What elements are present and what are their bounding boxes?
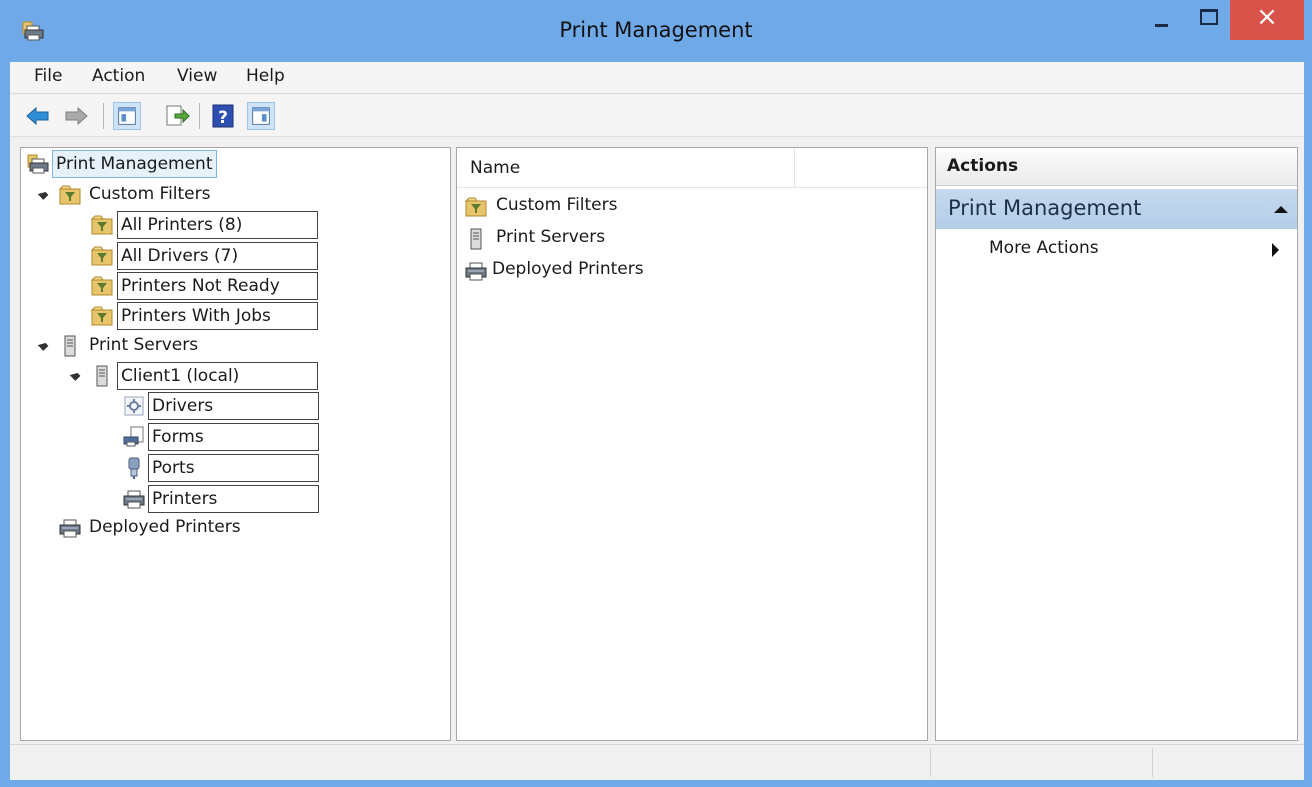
- tree-item-custom-filters[interactable]: Custom Filters: [27, 181, 277, 209]
- tree-item-print-management[interactable]: Print Management: [27, 150, 237, 178]
- expand-arrow-icon[interactable]: [37, 340, 49, 351]
- actions-header-label: Actions: [947, 156, 1019, 176]
- window-client-area: File Action View Help ? Print Management…: [10, 62, 1304, 780]
- filter-folder-icon: [465, 196, 487, 218]
- tree-item-label: Drivers: [148, 392, 319, 420]
- ports-icon: [123, 457, 145, 479]
- column-header-name[interactable]: Name: [470, 158, 520, 178]
- print-management-window: Print Management File Action View Help: [0, 0, 1312, 787]
- list-header: Name: [457, 148, 927, 188]
- menu-action[interactable]: Action: [92, 66, 145, 86]
- tree-item-drivers[interactable]: Drivers: [123, 392, 343, 420]
- more-actions-label: More Actions: [989, 238, 1099, 258]
- maximize-button[interactable]: [1186, 0, 1230, 40]
- window-title: Print Management: [559, 18, 753, 42]
- toolbar-separator: [103, 103, 104, 129]
- server-icon: [91, 365, 113, 387]
- tree-item-label: Printers Not Ready: [117, 272, 318, 300]
- tree-item-label: Ports: [148, 454, 319, 482]
- filter-folder-icon: [59, 184, 81, 206]
- forward-arrow-icon[interactable]: [62, 102, 90, 130]
- menu-help[interactable]: Help: [246, 66, 285, 86]
- tree-item-ports[interactable]: Ports: [123, 454, 343, 482]
- menu-action-label: Action: [92, 66, 146, 86]
- filter-folder-icon: [91, 245, 113, 267]
- tree-item-label: Printers: [148, 485, 319, 513]
- title-bar[interactable]: Print Management: [0, 0, 1312, 62]
- filter-folder-icon: [91, 275, 113, 297]
- tree-item-all-drivers[interactable]: All Drivers (7): [91, 242, 351, 270]
- status-bar: [10, 744, 1304, 780]
- menu-bar: File Action View Help: [10, 62, 1304, 94]
- close-button[interactable]: [1230, 0, 1304, 40]
- printer-icon: [59, 517, 81, 539]
- menu-file-label: File: [34, 66, 63, 86]
- actions-pane: Actions Print Management More Actions: [935, 147, 1298, 741]
- printer-icon: [465, 260, 487, 282]
- list-item[interactable]: Deployed Printers: [465, 256, 765, 286]
- toolbar-separator: [199, 103, 200, 129]
- collapse-up-icon[interactable]: [1274, 206, 1288, 213]
- list-item[interactable]: Print Servers: [465, 224, 765, 254]
- tree-item-label: Client1 (local): [117, 362, 318, 390]
- menu-view[interactable]: View: [177, 66, 217, 86]
- menu-help-label: Help: [246, 66, 285, 86]
- list-item[interactable]: Custom Filters: [465, 192, 765, 222]
- print-management-icon: [27, 153, 49, 175]
- console-tree[interactable]: Print Management Custom Filters All Prin…: [20, 147, 451, 741]
- show-hide-console-tree-icon[interactable]: [113, 102, 141, 130]
- tree-item-label: Forms: [148, 423, 319, 451]
- export-list-icon[interactable]: [163, 102, 191, 130]
- tree-item-label: All Printers (8): [117, 211, 318, 239]
- svg-text:?: ?: [218, 108, 228, 128]
- minimize-button[interactable]: [1141, 0, 1183, 40]
- tree-item-all-printers[interactable]: All Printers (8): [91, 211, 351, 239]
- server-icon: [465, 228, 487, 250]
- tree-item-label: Printers With Jobs: [117, 302, 318, 330]
- tree-item-print-servers[interactable]: Print Servers: [27, 332, 277, 360]
- tree-item-label: All Drivers (7): [117, 242, 318, 270]
- results-pane[interactable]: Name Custom Filters Print Servers Deploy…: [456, 147, 928, 741]
- list-item-label: Custom Filters: [496, 195, 618, 215]
- more-actions-item[interactable]: More Actions: [936, 234, 1297, 264]
- server-icon: [59, 335, 81, 357]
- tree-item-deployed-printers[interactable]: Deployed Printers: [59, 514, 279, 542]
- tree-item-forms[interactable]: Forms: [123, 423, 343, 451]
- expand-arrow-icon[interactable]: [37, 189, 49, 200]
- actions-section-title: Print Management: [948, 196, 1142, 220]
- tree-item-client1-local[interactable]: Client1 (local): [59, 362, 349, 390]
- back-arrow-icon[interactable]: [24, 102, 52, 130]
- drivers-icon: [123, 395, 145, 417]
- filter-folder-icon: [91, 305, 113, 327]
- tree-item-label: Custom Filters: [89, 184, 211, 204]
- show-hide-action-pane-icon[interactable]: [247, 102, 275, 130]
- tree-item-label: Print Management: [52, 150, 217, 178]
- printer-icon: [123, 488, 145, 510]
- tree-item-printers[interactable]: Printers: [123, 485, 343, 513]
- menu-view-label: View: [177, 66, 218, 86]
- status-bar-cell: [1152, 748, 1304, 777]
- menu-file[interactable]: File: [34, 66, 62, 86]
- tree-item-label: Print Servers: [89, 335, 199, 355]
- tree-item-printers-not-ready[interactable]: Printers Not Ready: [91, 272, 351, 300]
- toolbar: ?: [10, 95, 1304, 137]
- list-item-label: Print Servers: [496, 227, 606, 247]
- forms-icon: [123, 426, 145, 448]
- tree-item-label: Deployed Printers: [89, 517, 241, 537]
- actions-header: Actions: [936, 148, 1297, 186]
- help-icon[interactable]: ?: [209, 102, 237, 130]
- column-divider[interactable]: [794, 148, 795, 188]
- status-bar-cell: [930, 748, 1152, 777]
- actions-section-print-management[interactable]: Print Management: [936, 189, 1297, 229]
- expand-arrow-icon[interactable]: [69, 370, 81, 381]
- submenu-arrow-icon: [1272, 243, 1279, 257]
- list-item-label: Deployed Printers: [492, 259, 644, 279]
- filter-folder-icon: [91, 214, 113, 236]
- tree-item-printers-with-jobs[interactable]: Printers With Jobs: [91, 302, 351, 330]
